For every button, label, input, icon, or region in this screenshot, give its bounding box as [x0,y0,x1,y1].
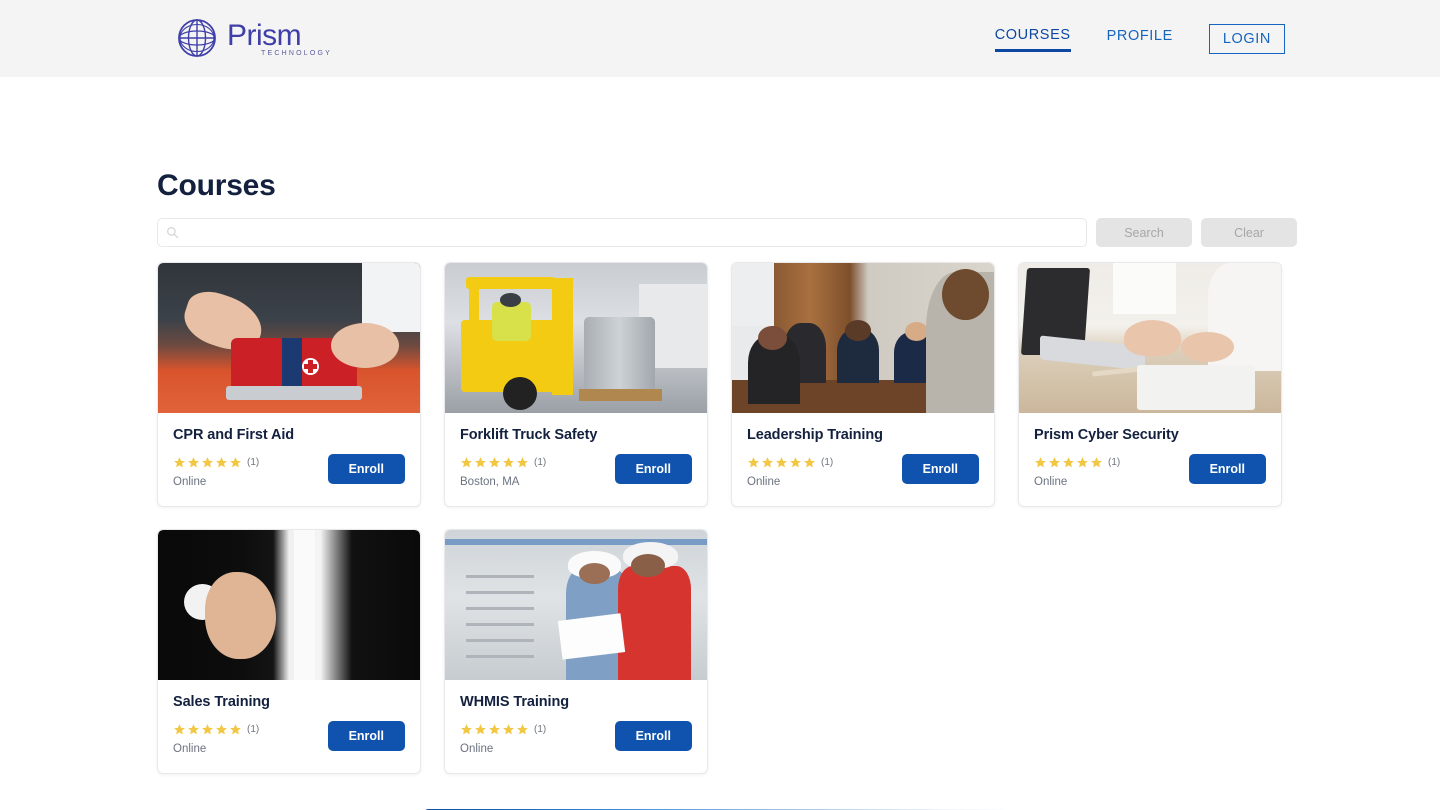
enroll-button[interactable]: Enroll [614,454,692,484]
star-rating [460,723,529,736]
course-image-laptop-typing-photo [1019,263,1281,413]
rating-count: (1) [247,457,260,468]
login-button[interactable]: LOGIN [1208,24,1285,54]
brand-name: Prism [227,18,302,52]
star-icon [461,457,472,468]
star-icon [790,457,801,468]
star-icon [202,724,213,735]
course-title: Prism Cyber Security [1034,427,1179,443]
star-icon [1063,457,1074,468]
star-icon [748,457,759,468]
star-icon [489,457,500,468]
page-title: Courses [157,169,276,202]
course-card[interactable]: Leadership Training (1) Online Enroll [731,262,995,507]
star-icon [216,724,227,735]
star-rating [1034,456,1103,469]
course-title: CPR and First Aid [173,427,295,443]
enroll-button[interactable]: Enroll [327,721,405,751]
star-icon [216,457,227,468]
star-icon [461,724,472,735]
course-location: Online [173,476,207,488]
enroll-button[interactable]: Enroll [327,454,405,484]
clear-button[interactable]: Clear [1201,218,1297,247]
star-icon [503,724,514,735]
star-icon [503,457,514,468]
course-title: Leadership Training [747,427,883,443]
course-card[interactable]: Prism Cyber Security (1) Online Enroll [1018,262,1282,507]
rating-count: (1) [534,724,547,735]
star-rating [173,723,242,736]
enroll-button[interactable]: Enroll [614,721,692,751]
course-image-first-aid-kit-photo [158,263,420,413]
course-image-construction-workers-photo [445,530,707,680]
star-icon [174,457,185,468]
globe-icon [178,19,216,57]
star-icon [1077,457,1088,468]
star-icon [776,457,787,468]
course-card[interactable]: Forklift Truck Safety (1) Boston, MA Enr… [444,262,708,507]
search-field[interactable] [157,218,1087,247]
search-icon [167,227,179,239]
nav-item-courses[interactable]: COURSES [994,27,1071,52]
course-image-handshake-photo [158,530,420,680]
course-grid: CPR and First Aid (1) Online Enroll Fork… [157,262,1282,774]
rating-count: (1) [1108,457,1121,468]
star-icon [174,724,185,735]
course-image-forklift-warehouse-photo [445,263,707,413]
course-card[interactable]: Sales Training (1) Online Enroll [157,529,421,774]
star-icon [1035,457,1046,468]
enroll-button[interactable]: Enroll [901,454,979,484]
star-icon [804,457,815,468]
search-input[interactable] [179,219,1078,246]
star-icon [475,724,486,735]
search-button[interactable]: Search [1096,218,1192,247]
star-icon [517,457,528,468]
star-icon [202,457,213,468]
rating-count: (1) [534,457,547,468]
star-icon [489,724,500,735]
course-location: Online [747,476,781,488]
star-rating [173,456,242,469]
star-icon [1049,457,1060,468]
star-icon [475,457,486,468]
star-icon [230,457,241,468]
course-location: Boston, MA [460,476,520,488]
star-icon [188,457,199,468]
search-bar: Search Clear [157,218,1297,247]
course-card[interactable]: CPR and First Aid (1) Online Enroll [157,262,421,507]
star-icon [188,724,199,735]
brand-logo[interactable]: Prism TECHNOLOGY [175,16,332,60]
star-rating [747,456,816,469]
course-location: Online [173,743,207,755]
course-title: Sales Training [173,694,270,710]
course-card[interactable]: WHMIS Training (1) Online Enroll [444,529,708,774]
nav-item-profile[interactable]: PROFILE [1107,28,1173,50]
star-icon [230,724,241,735]
enroll-button[interactable]: Enroll [1188,454,1266,484]
course-location: Online [1034,476,1068,488]
star-icon [517,724,528,735]
star-icon [1091,457,1102,468]
star-rating [460,456,529,469]
rating-count: (1) [247,724,260,735]
rating-count: (1) [821,457,834,468]
course-title: WHMIS Training [460,694,569,710]
star-icon [762,457,773,468]
course-title: Forklift Truck Safety [460,427,598,443]
main-nav: COURSES PROFILE LOGIN [994,24,1285,54]
site-header: Prism TECHNOLOGY COURSES PROFILE LOGIN [0,0,1440,77]
brand-tagline: TECHNOLOGY [261,49,333,57]
course-location: Online [460,743,494,755]
course-image-meeting-room-photo [732,263,994,413]
